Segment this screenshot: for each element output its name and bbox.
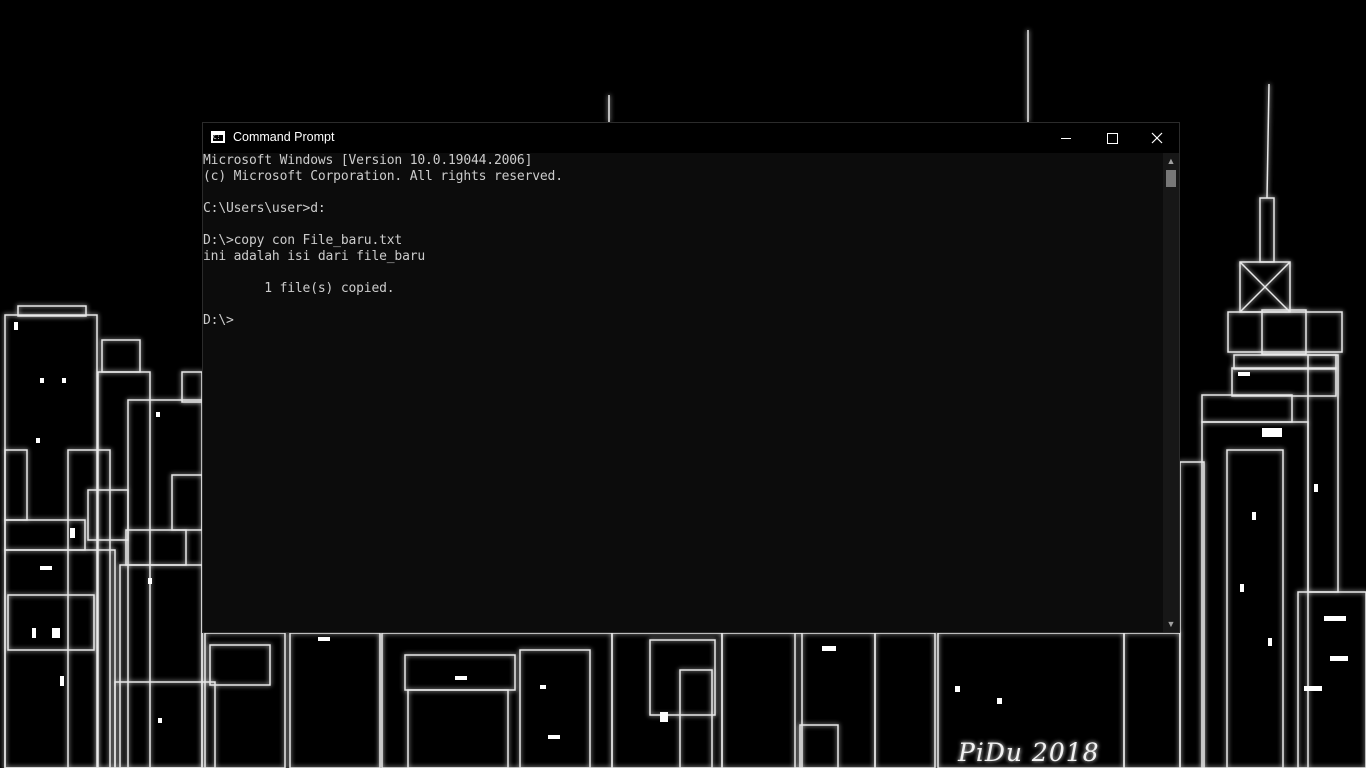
close-button[interactable]: [1134, 123, 1180, 153]
terminal-prompt: D:\>: [203, 313, 234, 328]
scroll-up-button[interactable]: ▲: [1163, 153, 1179, 169]
wallpaper-signature: PiDu 2018: [958, 738, 1100, 767]
scroll-down-button[interactable]: ▼: [1163, 616, 1179, 632]
terminal-line: D:\>copy con File_baru.txt: [203, 233, 403, 248]
cmd-icon: C:: [211, 131, 225, 143]
vertical-scrollbar[interactable]: ▲ ▼: [1163, 153, 1179, 632]
terminal-line: Microsoft Windows [Version 10.0.19044.20…: [203, 153, 533, 168]
maximize-icon: [1106, 132, 1118, 144]
minimize-icon: [1061, 137, 1071, 139]
chevron-up-icon: ▲: [1166, 156, 1176, 166]
terminal-output[interactable]: Microsoft Windows [Version 10.0.19044.20…: [203, 153, 1163, 632]
command-prompt-window[interactable]: C: Command Prompt Microsoft Windows [Ver…: [202, 122, 1180, 633]
terminal-line: ini adalah isi dari file_baru: [203, 249, 426, 264]
minimize-button[interactable]: [1043, 123, 1089, 153]
window-title: Command Prompt: [233, 130, 335, 144]
chevron-down-icon: ▼: [1166, 619, 1176, 629]
close-icon: [1151, 132, 1163, 144]
scrollbar-thumb[interactable]: [1166, 170, 1176, 187]
terminal-line: 1 file(s) copied.: [203, 281, 395, 296]
title-bar[interactable]: C: Command Prompt: [203, 123, 1179, 153]
terminal-line: (c) Microsoft Corporation. All rights re…: [203, 169, 563, 184]
terminal-line: C:\Users\user>d:: [203, 201, 326, 216]
maximize-button[interactable]: [1089, 123, 1135, 153]
